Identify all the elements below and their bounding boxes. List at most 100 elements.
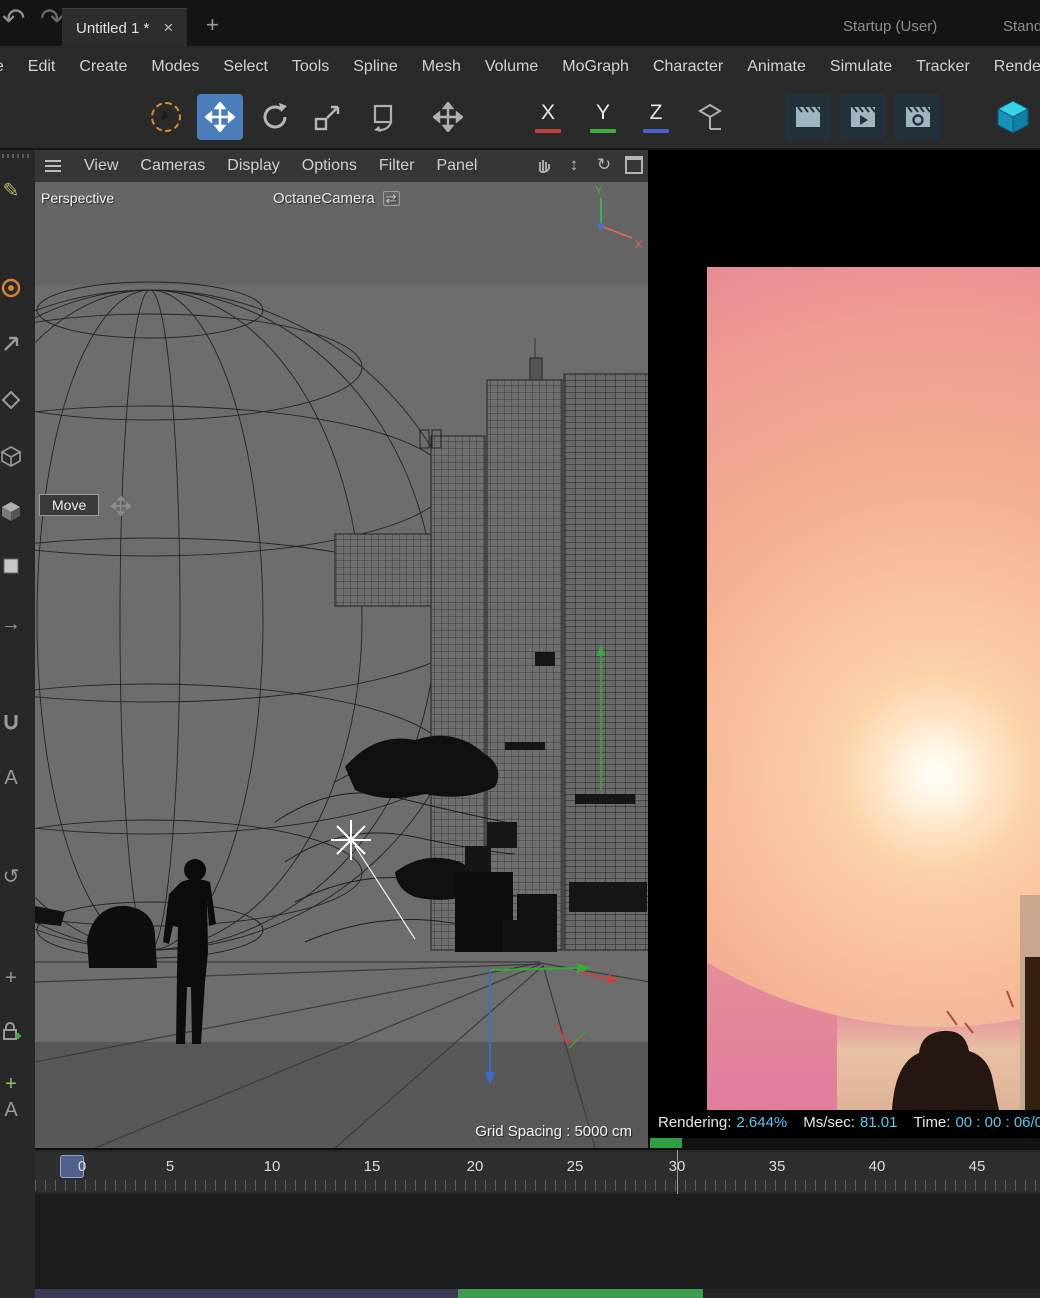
crosshair-icon[interactable]: + (0, 962, 28, 994)
render-foreground-figure (707, 267, 1040, 1110)
render-view-button[interactable] (785, 94, 831, 140)
snap-magnet-icon[interactable] (0, 706, 28, 738)
axis-z-label: Z (650, 101, 663, 125)
timeline-ruler[interactable]: 0 5 10 15 20 25 30 35 40 45 (35, 1152, 1040, 1192)
menu-tracker[interactable]: Tracker (904, 46, 982, 88)
vp-menu-filter[interactable]: Filter (368, 157, 426, 175)
orbit-icon[interactable]: ↻ (592, 153, 616, 177)
pen-tool-icon[interactable]: ✎ (0, 174, 28, 206)
axis-y-text: Y (595, 185, 603, 197)
layout-preset-label[interactable]: Stand (1003, 18, 1040, 35)
rotate-tool[interactable] (252, 94, 298, 140)
workplane-icon (694, 101, 726, 133)
render-picture-viewer-button[interactable] (840, 94, 886, 140)
global-move-icon (433, 102, 463, 132)
undo-icon[interactable]: ↶ (2, 2, 25, 35)
view-mode-label[interactable]: Perspective (41, 190, 114, 206)
solid-cube-tool-icon[interactable] (0, 495, 28, 527)
left-tool-palette: ✎ → A ↺ + + A (0, 150, 36, 1298)
ruler-tickmarks (35, 1180, 1040, 1191)
tab-title: Untitled 1 * (76, 20, 149, 37)
vp-menu-view[interactable]: View (73, 157, 129, 175)
timeline: 0 5 10 15 20 25 30 35 40 45 (35, 1148, 1040, 1196)
move-tool[interactable] (197, 94, 243, 140)
render-settings-button[interactable] (895, 94, 941, 140)
rotate-snap-icon[interactable]: ↺ (0, 860, 28, 892)
lock-axis-icon[interactable] (0, 1016, 28, 1048)
cube-tool-icon[interactable] (0, 440, 28, 472)
menu-character[interactable]: Character (641, 46, 735, 88)
selection-brush-icon[interactable] (0, 272, 28, 304)
axis-arrow-icon[interactable]: → (0, 608, 28, 640)
render-preview[interactable] (707, 267, 1040, 1110)
live-selection-tool[interactable] (143, 94, 189, 140)
workplane-tool[interactable] (687, 94, 733, 140)
menu-animate[interactable]: Animate (735, 46, 818, 88)
camera-label[interactable]: OctaneCamera ⇄ (273, 190, 400, 207)
time-value: 00 : 00 : 06/00 : (955, 1114, 1040, 1131)
camera-name: OctaneCamera (273, 190, 375, 207)
redo-icon[interactable]: ↷ (40, 2, 63, 35)
palette-grip[interactable] (2, 154, 32, 158)
menu-create[interactable]: Create (67, 46, 139, 88)
menu-mograph[interactable]: MoGraph (550, 46, 641, 88)
menu-modes[interactable]: Modes (139, 46, 211, 88)
tooltip-move-icon (111, 496, 131, 516)
vp-menu-options[interactable]: Options (291, 157, 368, 175)
layout-label[interactable]: Startup (User) (843, 18, 937, 35)
frame-marker-line[interactable] (677, 1150, 678, 1196)
menu-tools[interactable]: Tools (280, 46, 341, 88)
menu-file[interactable]: File (0, 46, 16, 88)
global-move-tool[interactable] (425, 94, 471, 140)
menu-volume[interactable]: Volume (473, 46, 550, 88)
tab-close-icon[interactable]: × (163, 18, 173, 38)
letter-a-icon[interactable]: A (0, 762, 28, 794)
menu-mesh[interactable]: Mesh (410, 46, 473, 88)
cinema4d-window: ↶ ↷ Untitled 1 * × + Startup (User) Stan… (0, 0, 1040, 1298)
plane-tool-icon[interactable] (0, 550, 28, 582)
new-tab-button[interactable]: + (206, 12, 219, 38)
vp-menu-panel[interactable]: Panel (425, 157, 488, 175)
tick-15: 15 (364, 1158, 381, 1175)
vp-menu-display[interactable]: Display (216, 157, 290, 175)
menu-render[interactable]: Render (982, 46, 1040, 88)
track-segment-blue[interactable] (35, 1289, 458, 1298)
tick-10: 10 (264, 1158, 281, 1175)
time-label: Time: (914, 1114, 951, 1131)
menu-select[interactable]: Select (211, 46, 279, 88)
viewport-canvas[interactable]: Y X (35, 182, 650, 1148)
letter-a-secondary-icon[interactable]: A (0, 1094, 28, 1126)
render-picture-viewer-icon (848, 104, 878, 130)
axis-y-label: Y (596, 101, 610, 125)
render-settings-icon (903, 104, 933, 130)
arrow-tool-icon[interactable] (0, 328, 28, 360)
axis-x-toggle[interactable]: X (525, 94, 571, 140)
coordinate-system-icon (370, 101, 402, 133)
scale-tool[interactable] (305, 94, 351, 140)
rotate-icon (259, 101, 291, 133)
bottom-track-strip (35, 1289, 1040, 1298)
axis-z-toggle[interactable]: Z (633, 94, 679, 140)
dolly-icon[interactable]: ↕ (562, 153, 586, 177)
octane-plugin-button[interactable] (990, 94, 1036, 140)
viewport-hamburger-icon[interactable] (45, 160, 61, 172)
camera-swap-icon[interactable]: ⇄ (383, 191, 400, 206)
track-segment-green[interactable] (458, 1289, 703, 1298)
axis-y-toggle[interactable]: Y (580, 94, 626, 140)
document-tab[interactable]: Untitled 1 * × (62, 8, 187, 47)
vp-menu-cameras[interactable]: Cameras (129, 157, 216, 175)
mssec-label: Ms/sec: (803, 1114, 855, 1131)
tick-25: 25 (567, 1158, 584, 1175)
axis-z-underline (643, 129, 669, 133)
titlebar: ↶ ↷ Untitled 1 * × + Startup (User) Stan… (0, 0, 1040, 46)
maximize-view-icon[interactable] (622, 153, 646, 177)
bottom-panel (35, 1194, 1040, 1298)
grid-spacing-label: Grid Spacing : 5000 cm (475, 1123, 632, 1140)
perspective-viewport[interactable]: Y X Perspective OctaneCamera ⇄ Move Grid… (35, 182, 650, 1148)
menu-spline[interactable]: Spline (341, 46, 409, 88)
menu-simulate[interactable]: Simulate (818, 46, 904, 88)
edge-tool-icon[interactable] (0, 384, 28, 416)
coordinate-system-tool[interactable] (363, 94, 409, 140)
pan-hand-icon[interactable] (532, 153, 556, 177)
menu-edit[interactable]: Edit (16, 46, 68, 88)
